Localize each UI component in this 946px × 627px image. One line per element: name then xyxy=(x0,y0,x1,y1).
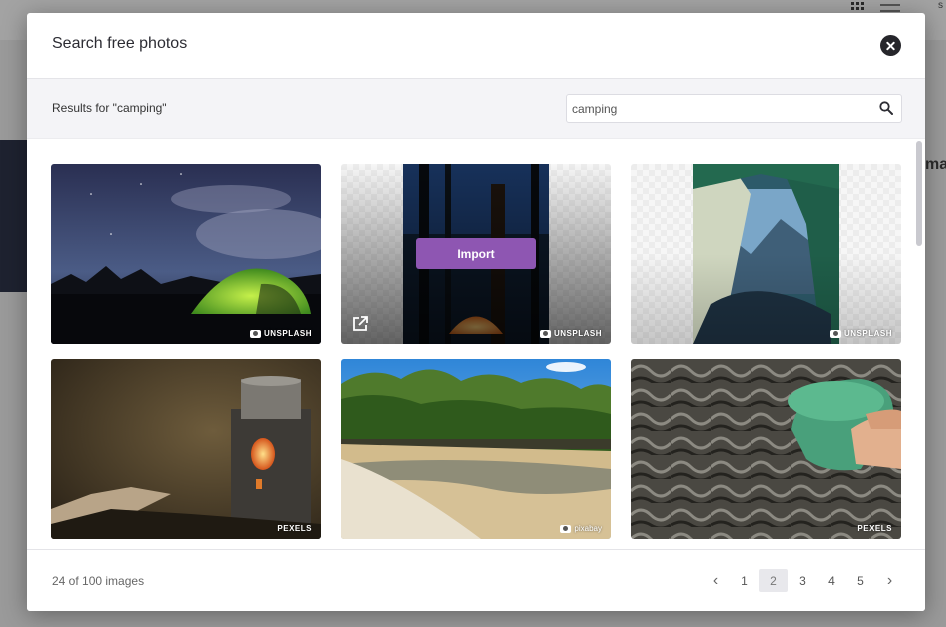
photo-tile[interactable]: pixabay xyxy=(341,359,611,539)
page-button[interactable]: 5 xyxy=(846,569,875,592)
search-bar: Results for "camping" xyxy=(27,79,925,139)
photo-image xyxy=(51,359,321,539)
chevron-right-icon[interactable]: › xyxy=(875,569,904,592)
page-button[interactable]: 3 xyxy=(788,569,817,592)
search-photos-modal: Search free photos Results for "camping" xyxy=(27,13,925,611)
photo-image xyxy=(631,359,901,539)
external-link-icon[interactable] xyxy=(351,315,369,333)
source-badge: UNSPLASH xyxy=(249,329,312,338)
camera-icon xyxy=(829,329,841,338)
photo-image xyxy=(51,164,321,344)
source-badge: UNSPLASH xyxy=(829,329,892,338)
search-field xyxy=(566,94,902,123)
photo-tile[interactable]: UNSPLASH xyxy=(631,164,901,344)
photo-tile[interactable]: UNSPLASH xyxy=(51,164,321,344)
source-badge: PEXELS xyxy=(857,524,892,533)
background-corner-text: s xyxy=(938,0,943,11)
source-badge: UNSPLASH xyxy=(539,329,602,338)
modal-footer: 24 of 100 images ‹ 1 2 3 4 5 › xyxy=(27,549,925,611)
photo-grid: UNSPLASH Import UNSPLASH UNSPLASH PEXELS… xyxy=(27,140,925,549)
photo-image xyxy=(341,359,611,539)
search-input[interactable] xyxy=(567,95,867,122)
page-button[interactable]: 4 xyxy=(817,569,846,592)
camera-icon xyxy=(560,524,572,533)
photo-tile[interactable]: PEXELS xyxy=(51,359,321,539)
image-count: 24 of 100 images xyxy=(52,574,145,588)
camera-icon xyxy=(539,329,551,338)
camera-icon xyxy=(249,329,261,338)
source-badge: pixabay xyxy=(560,524,602,533)
background-text: mag xyxy=(925,156,946,173)
search-icon[interactable] xyxy=(879,101,893,115)
pagination: ‹ 1 2 3 4 5 › xyxy=(701,569,904,592)
scrollbar[interactable] xyxy=(916,141,922,246)
photo-image xyxy=(631,164,901,344)
source-badge: PEXELS xyxy=(277,524,312,533)
page-button[interactable]: 1 xyxy=(730,569,759,592)
background-image xyxy=(0,140,27,292)
modal-header: Search free photos xyxy=(27,13,925,79)
import-button[interactable]: Import xyxy=(416,238,536,269)
page-button-current[interactable]: 2 xyxy=(759,569,788,592)
close-icon[interactable] xyxy=(880,35,901,56)
photo-tile[interactable]: Import UNSPLASH xyxy=(341,164,611,344)
modal-title: Search free photos xyxy=(52,35,188,52)
chevron-left-icon[interactable]: ‹ xyxy=(701,569,730,592)
photo-tile[interactable]: PEXELS xyxy=(631,359,901,539)
results-label: Results for "camping" xyxy=(52,101,167,115)
